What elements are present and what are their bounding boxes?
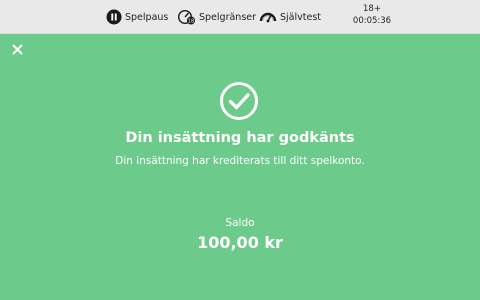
limits-icon: 18	[178, 10, 195, 25]
session-info: 18+ 00:05:36	[350, 3, 394, 27]
dialog-message: Din insättning har krediterats till ditt…	[115, 155, 365, 167]
close-icon	[12, 44, 23, 55]
svg-text:18: 18	[188, 18, 194, 24]
sjalvtest-button[interactable]: Självtest	[259, 8, 321, 26]
session-timer: 00:05:36	[352, 16, 392, 26]
sjalvtest-label: Självtest	[280, 11, 321, 23]
gauge-icon	[259, 12, 277, 23]
success-indicator	[219, 81, 259, 121]
responsible-gaming-bar: Spelpaus 18 Spelgränser Självtest 18+ 00…	[0, 0, 480, 34]
spelpaus-button[interactable]: Spelpaus	[106, 8, 168, 26]
spelpaus-label: Spelpaus	[125, 11, 169, 23]
spelgranser-button[interactable]: 18 Spelgränser	[178, 8, 256, 26]
dialog-title: Din insättning har godkänts	[125, 130, 355, 146]
spelgranser-label: Spelgränser	[199, 11, 257, 23]
age-badge: 18+	[363, 4, 381, 14]
pause-icon	[106, 9, 122, 25]
balance-value: 100,00 kr	[197, 233, 283, 252]
balance-label: Saldo	[225, 217, 255, 229]
checkmark-circle-icon	[220, 82, 258, 120]
close-button[interactable]	[10, 42, 26, 58]
